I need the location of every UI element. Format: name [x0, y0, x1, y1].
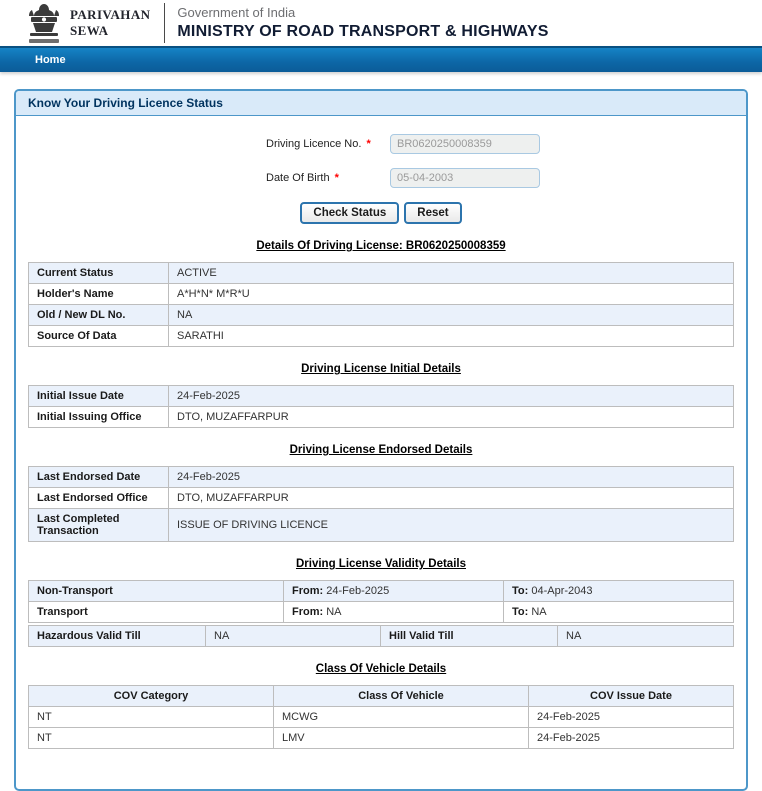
cov-class-cell: MCWG	[273, 706, 529, 728]
row-value: NA	[557, 625, 734, 647]
validity-to-cell: To: 04-Apr-2043	[503, 580, 734, 602]
column-header: COV Category	[28, 685, 274, 707]
row-value: ISSUE OF DRIVING LICENCE	[168, 508, 734, 542]
required-asterisk: *	[334, 172, 339, 184]
dob-input[interactable]	[390, 168, 540, 188]
initial-details-table: Initial Issue Date 24-Feb-2025 Initial I…	[28, 385, 734, 428]
dob-row: Date Of Birth *	[266, 168, 734, 188]
table-row: Source Of Data SARATHI	[28, 325, 734, 347]
table-row: Last Completed Transaction ISSUE OF DRIV…	[28, 508, 734, 542]
row-value: NA	[168, 304, 734, 326]
dob-label-text: Date Of Birth	[266, 172, 330, 184]
main-navbar: Home	[0, 46, 762, 72]
cov-category-cell: NT	[28, 727, 274, 749]
cov-issue-date-cell: 24-Feb-2025	[528, 706, 734, 728]
from-label: From:	[292, 606, 324, 618]
to-value: NA	[531, 606, 547, 618]
dl-number-label: Driving Licence No. *	[266, 138, 390, 150]
from-value: 24-Feb-2025	[326, 585, 390, 597]
dl-number-row: Driving Licence No. *	[266, 134, 734, 154]
to-value: 04-Apr-2043	[531, 585, 593, 597]
validity-section-heading: Driving License Validity Details	[295, 558, 466, 570]
row-label: Last Endorsed Office	[28, 487, 169, 509]
row-value: ACTIVE	[168, 262, 734, 284]
cov-issue-date-cell: 24-Feb-2025	[528, 727, 734, 749]
ministry-title: MINISTRY OF ROAD TRANSPORT & HIGHWAYS	[177, 22, 549, 40]
logo-line1: PARIVAHAN	[70, 7, 151, 23]
cov-class-cell: LMV	[273, 727, 529, 749]
row-label: Last Endorsed Date	[28, 466, 169, 488]
row-value: DTO, MUZAFFARPUR	[168, 406, 734, 428]
row-label: Initial Issuing Office	[28, 406, 169, 428]
table-row: Initial Issuing Office DTO, MUZAFFARPUR	[28, 406, 734, 428]
parivahan-sewa-logo: PARIVAHAN SEWA	[70, 7, 150, 38]
row-value: A*H*N* M*R*U	[168, 283, 734, 305]
validity-from-cell: From: NA	[283, 601, 504, 623]
cov-category-cell: NT	[28, 706, 274, 728]
row-label: Non-Transport	[28, 580, 284, 602]
endorsed-section-heading: Driving License Endorsed Details	[289, 444, 473, 456]
validity-from-cell: From: 24-Feb-2025	[283, 580, 504, 602]
row-label: Current Status	[28, 262, 169, 284]
table-row: Holder's Name A*H*N* M*R*U	[28, 283, 734, 305]
row-value: SARATHI	[168, 325, 734, 347]
check-status-button[interactable]: Check Status	[300, 202, 400, 224]
row-value: 24-Feb-2025	[168, 385, 734, 407]
table-header-row: COV Category Class Of Vehicle COV Issue …	[28, 685, 734, 707]
cov-table: COV Category Class Of Vehicle COV Issue …	[28, 685, 734, 749]
dob-label: Date Of Birth *	[266, 172, 390, 184]
to-label: To:	[512, 606, 529, 618]
endorsed-details-table: Last Endorsed Date 24-Feb-2025 Last Endo…	[28, 466, 734, 542]
from-label: From:	[292, 585, 324, 597]
validity-to-cell: To: NA	[503, 601, 734, 623]
row-value: DTO, MUZAFFARPUR	[168, 487, 734, 509]
column-header: COV Issue Date	[528, 685, 734, 707]
table-row: Transport From: NA To: NA	[28, 601, 734, 623]
panel-title: Know Your Driving Licence Status	[16, 91, 746, 116]
to-label: To:	[512, 585, 529, 597]
table-row: Non-Transport From: 24-Feb-2025 To: 04-A…	[28, 580, 734, 602]
government-of-india-label: Government of India	[177, 5, 296, 21]
form-buttons: Check Status Reset	[28, 202, 734, 224]
panel-body: Driving Licence No. * Date Of Birth * Ch…	[16, 116, 746, 789]
row-label: Transport	[28, 601, 284, 623]
table-row: Initial Issue Date 24-Feb-2025	[28, 385, 734, 407]
details-section-heading: Details Of Driving License: BR0620250008…	[256, 240, 506, 252]
row-label: Last Completed Transaction	[28, 508, 169, 542]
nav-item-home[interactable]: Home	[35, 54, 66, 66]
row-label: Initial Issue Date	[28, 385, 169, 407]
table-row: NT MCWG 24-Feb-2025	[28, 706, 734, 728]
row-label: Hill Valid Till	[380, 625, 558, 647]
required-asterisk: *	[366, 138, 371, 150]
emblem-of-india-icon	[27, 2, 61, 44]
row-label: Old / New DL No.	[28, 304, 169, 326]
row-label: Holder's Name	[28, 283, 169, 305]
row-label: Source Of Data	[28, 325, 169, 347]
logo-line2: SEWA	[70, 23, 109, 38]
ministry-block: Government of India MINISTRY OF ROAD TRA…	[177, 5, 548, 41]
header-divider	[164, 3, 166, 43]
table-row: Last Endorsed Office DTO, MUZAFFARPUR	[28, 487, 734, 509]
reset-button[interactable]: Reset	[404, 202, 462, 224]
validity-extra-table: Hazardous Valid Till NA Hill Valid Till …	[28, 625, 734, 647]
cov-section-heading: Class Of Vehicle Details	[315, 663, 447, 675]
column-header: Class Of Vehicle	[273, 685, 529, 707]
details-table: Current Status ACTIVE Holder's Name A*H*…	[28, 262, 734, 347]
dl-number-input[interactable]	[390, 134, 540, 154]
initial-section-heading: Driving License Initial Details	[301, 363, 461, 375]
table-row: Hazardous Valid Till NA Hill Valid Till …	[28, 625, 734, 647]
dl-status-panel: Know Your Driving Licence Status Driving…	[14, 89, 748, 791]
table-row: Old / New DL No. NA	[28, 304, 734, 326]
site-header: PARIVAHAN SEWA Government of India MINIS…	[0, 0, 762, 46]
dl-number-label-text: Driving Licence No.	[266, 138, 362, 150]
table-row: Last Endorsed Date 24-Feb-2025	[28, 466, 734, 488]
row-value: NA	[205, 625, 381, 647]
from-value: NA	[326, 606, 342, 618]
row-value: 24-Feb-2025	[168, 466, 734, 488]
table-row: NT LMV 24-Feb-2025	[28, 727, 734, 749]
table-row: Current Status ACTIVE	[28, 262, 734, 284]
validity-table: Non-Transport From: 24-Feb-2025 To: 04-A…	[28, 580, 734, 623]
row-label: Hazardous Valid Till	[28, 625, 206, 647]
